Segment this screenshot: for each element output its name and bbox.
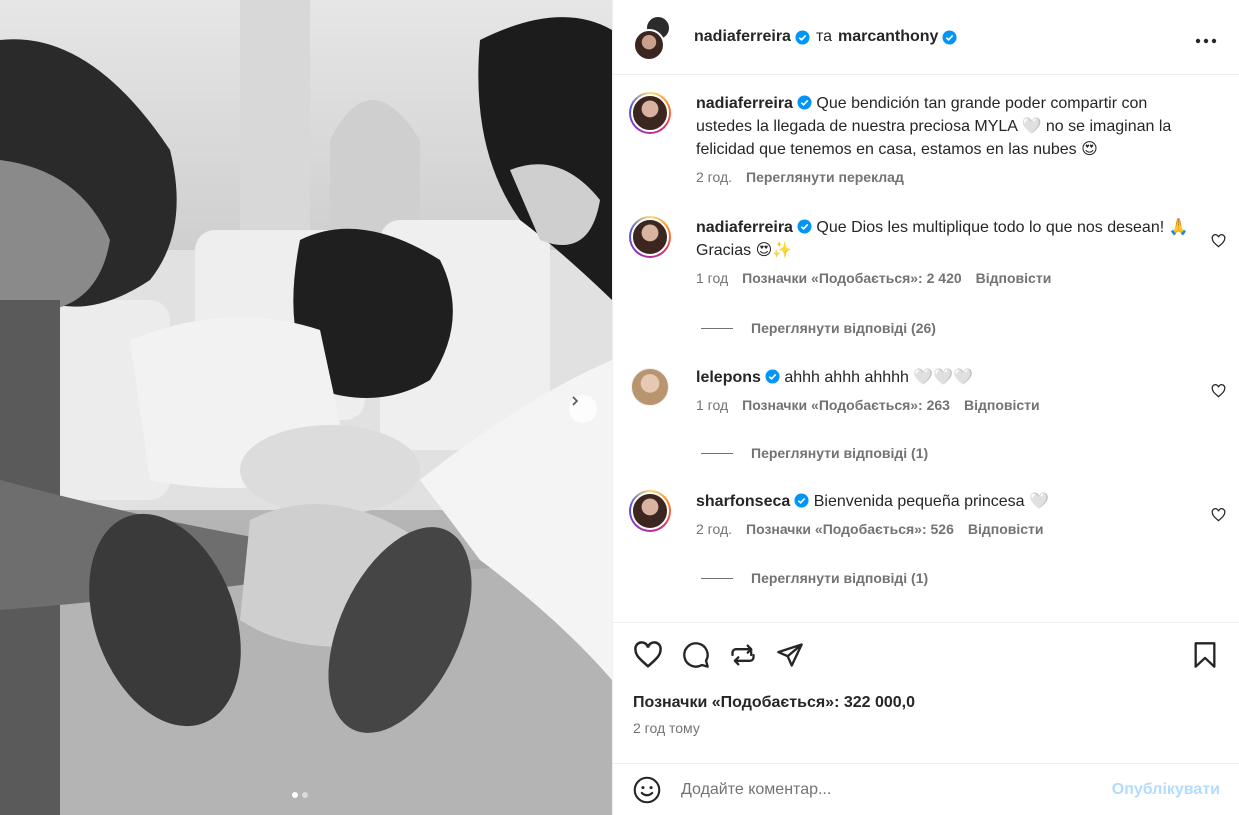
next-photo-button[interactable] xyxy=(569,395,597,423)
carousel-dots xyxy=(292,792,308,798)
reply-button[interactable]: Відповісти xyxy=(968,521,1044,537)
comment: sharfonseca Bienvenida pequeña princesa … xyxy=(629,490,1234,537)
comment-text-block: sharfonseca Bienvenida pequeña princesa … xyxy=(696,490,1196,513)
caption-time: 2 год. xyxy=(696,169,733,185)
save-bookmark-icon[interactable] xyxy=(1192,641,1218,669)
caption-meta: 2 год. Переглянути переклад xyxy=(696,169,1201,185)
verified-badge-icon xyxy=(765,369,780,384)
view-replies-label: Переглянути відповіді (1) xyxy=(751,570,929,586)
comment-username[interactable]: sharfonseca xyxy=(696,493,790,510)
post-header: nadiaferreira та marcanthony xyxy=(613,0,1239,75)
comment-username[interactable]: nadiaferreira xyxy=(696,219,793,236)
post-likes-count[interactable]: Позначки «Подобається»: 322 000,0 xyxy=(633,694,915,712)
comment: nadiaferreira Que Dios les multiplique t… xyxy=(629,216,1234,286)
emoji-smiley-icon[interactable] xyxy=(633,776,661,804)
carousel-dot xyxy=(302,792,308,798)
comment-text: ahhh ahhh ahhhh 🤍🤍🤍 xyxy=(784,369,974,386)
caption-text-block: nadiaferreira Que bendición tan grande p… xyxy=(696,92,1201,161)
replies-divider-line xyxy=(701,327,733,329)
collab-avatars[interactable] xyxy=(633,15,677,61)
comment-text-block: nadiaferreira Que Dios les multiplique t… xyxy=(696,216,1196,262)
like-comment-heart-icon[interactable] xyxy=(1211,234,1226,248)
comment-meta: 1 год Позначки «Подобається»: 2 420 Відп… xyxy=(696,270,1196,286)
comment-time: 2 год. xyxy=(696,521,733,537)
photo-illustration xyxy=(0,0,612,815)
view-replies-button[interactable]: Переглянути відповіді (1) xyxy=(701,445,928,461)
comment-likes-link[interactable]: Позначки «Подобається»: 263 xyxy=(742,397,950,413)
comment-likes-link[interactable]: Позначки «Подобається»: 2 420 xyxy=(742,270,962,286)
reply-button[interactable]: Відповісти xyxy=(976,270,1052,286)
view-replies-label: Переглянути відповіді (26) xyxy=(751,320,936,336)
reply-button[interactable]: Відповісти xyxy=(964,397,1040,413)
comment-input[interactable] xyxy=(681,781,1112,799)
share-paper-plane-icon[interactable] xyxy=(776,641,804,669)
post-photo[interactable] xyxy=(0,0,612,815)
author-username[interactable]: nadiaferreira xyxy=(694,28,791,46)
more-horizontal-icon xyxy=(1195,38,1217,44)
caption-username[interactable]: nadiaferreira xyxy=(696,95,793,112)
coauthor-username[interactable]: marcanthony xyxy=(838,28,938,46)
comments-list[interactable]: nadiaferreira Que bendición tan grande p… xyxy=(613,76,1239,620)
comment-avatar[interactable] xyxy=(629,216,671,258)
like-heart-icon[interactable] xyxy=(633,641,663,669)
repost-icon[interactable] xyxy=(729,641,757,669)
comment-meta: 1 год Позначки «Подобається»: 263 Відпов… xyxy=(696,397,1196,413)
verified-badge-icon xyxy=(797,95,812,110)
comment-time: 1 год xyxy=(696,397,729,413)
comment-text-block: lelepons ahhh ahhh ahhhh 🤍🤍🤍 xyxy=(696,366,1196,389)
comment: lelepons ahhh ahhh ahhhh 🤍🤍🤍 1 год Позна… xyxy=(629,366,1234,413)
author-conjunction: та xyxy=(815,28,832,45)
carousel-dot-active xyxy=(292,792,298,798)
post-panel: nadiaferreira та marcanthony nadiaferrei… xyxy=(612,0,1239,815)
comment-time: 1 год xyxy=(696,270,729,286)
comment-username[interactable]: lelepons xyxy=(696,369,761,386)
replies-divider-line xyxy=(701,452,733,454)
verified-badge-icon xyxy=(794,493,809,508)
add-comment-bar: Опублікувати xyxy=(613,763,1239,815)
view-replies-button[interactable]: Переглянути відповіді (1) xyxy=(701,570,928,586)
like-comment-heart-icon[interactable] xyxy=(1211,384,1226,398)
more-options-button[interactable] xyxy=(1195,26,1217,48)
comment-text: Bienvenida pequeña princesa 🤍 xyxy=(813,493,1049,510)
view-replies-label: Переглянути відповіді (1) xyxy=(751,445,929,461)
comment-avatar[interactable] xyxy=(629,490,671,532)
avatar-nadiaferreira xyxy=(633,29,665,61)
verified-badge-icon xyxy=(795,29,810,45)
post-actions-section: Позначки «Подобається»: 322 000,0 2 год … xyxy=(613,622,1239,815)
chevron-right-icon xyxy=(572,396,579,406)
see-translation-link[interactable]: Переглянути переклад xyxy=(746,169,904,185)
comment-likes-link[interactable]: Позначки «Подобається»: 526 xyxy=(746,521,954,537)
caption: nadiaferreira Que bendición tan grande p… xyxy=(629,92,1234,185)
comment-meta: 2 год. Позначки «Подобається»: 526 Відпо… xyxy=(696,521,1196,537)
comment-avatar[interactable] xyxy=(631,368,669,406)
caption-avatar[interactable] xyxy=(629,92,671,134)
comment-bubble-icon[interactable] xyxy=(682,641,710,669)
verified-badge-icon xyxy=(942,29,957,45)
replies-divider-line xyxy=(701,577,733,579)
verified-badge-icon xyxy=(797,219,812,234)
post-timestamp[interactable]: 2 год тому xyxy=(633,720,700,736)
like-comment-heart-icon[interactable] xyxy=(1211,508,1226,522)
action-buttons xyxy=(633,641,804,669)
publish-comment-button[interactable]: Опублікувати xyxy=(1112,781,1220,799)
view-replies-button[interactable]: Переглянути відповіді (26) xyxy=(701,320,936,336)
